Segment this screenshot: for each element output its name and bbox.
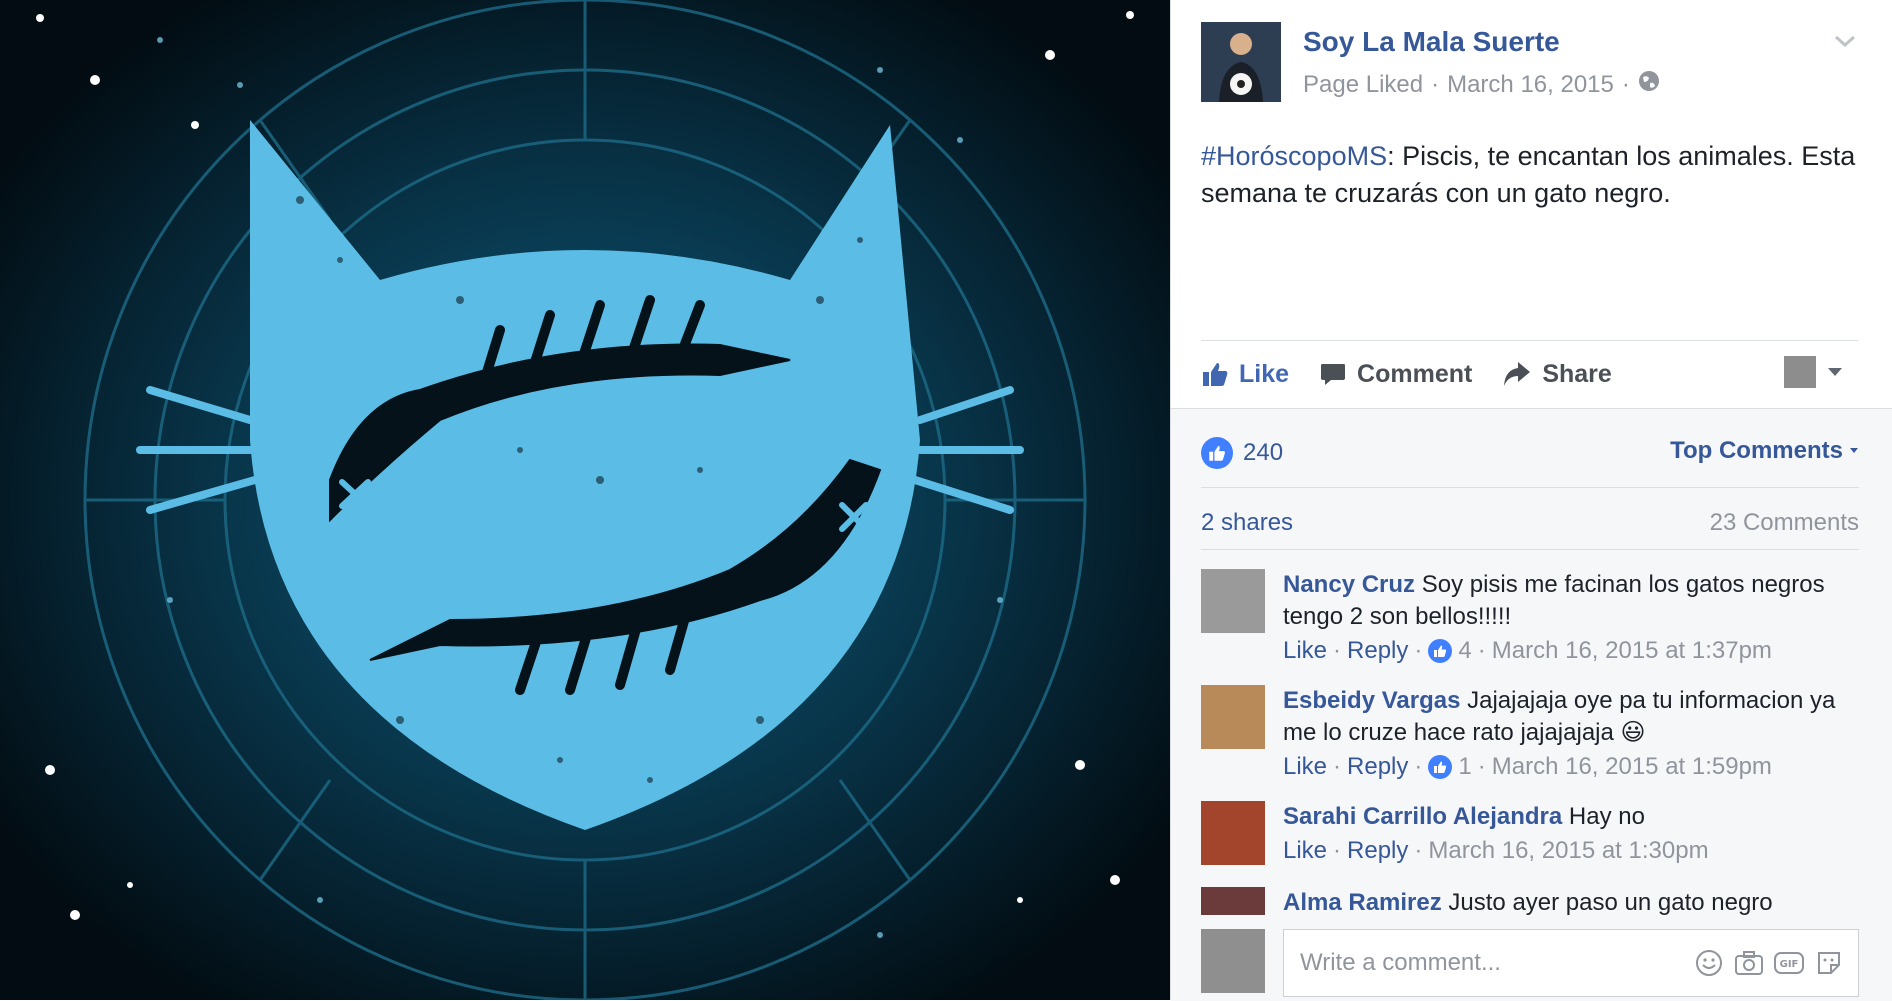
divider: [1201, 487, 1859, 488]
comment-timestamp[interactable]: March 16, 2015 at 1:59pm: [1492, 753, 1772, 781]
comment-text: Justo ayer paso un gato negro: [1448, 889, 1773, 915]
comment-item: Alma Ramirez Justo ayer paso un gato neg…: [1201, 887, 1859, 915]
meta-dot: ·: [1333, 837, 1342, 864]
meta-dot: ·: [1333, 637, 1342, 664]
reaction-summary[interactable]: 240: [1201, 437, 1283, 469]
comment-meta: Like · Reply · 4 · March 16, 2015 at 1:3…: [1283, 637, 1859, 665]
globe-icon[interactable]: [1638, 70, 1660, 99]
comment-input[interactable]: [1298, 948, 1684, 978]
post-photo[interactable]: [0, 0, 1170, 1000]
like-reaction-icon: [1201, 437, 1233, 469]
comment-timestamp[interactable]: March 16, 2015 at 1:37pm: [1492, 637, 1772, 665]
comment-item: Sarahi Carrillo Alejandra Hay no Like · …: [1201, 801, 1859, 865]
hashtag-link[interactable]: #HoróscopoMS: [1201, 141, 1387, 171]
emoji-icon[interactable]: [1694, 948, 1724, 978]
page-avatar-image: [1201, 22, 1281, 102]
caret-down-icon: [1850, 448, 1858, 453]
comment-meta: Like · Reply · March 16, 2015 at 1:30pm: [1283, 837, 1709, 865]
share-button[interactable]: Share: [1502, 359, 1612, 389]
sticker-icon[interactable]: [1814, 948, 1844, 978]
commenter-avatar[interactable]: [1201, 569, 1265, 633]
engagement-counts: 2 shares 23 Comments: [1201, 509, 1859, 537]
comment-meta: Like · Reply · 1 · March 16, 2015 at 1:5…: [1283, 753, 1859, 781]
gif-icon[interactable]: GIF: [1774, 948, 1804, 978]
page-liked-status[interactable]: Page Liked: [1303, 71, 1423, 99]
comment-body: Nancy Cruz Soy pisis me facinan los gato…: [1283, 569, 1859, 633]
comment-item: Nancy Cruz Soy pisis me facinan los gato…: [1201, 569, 1859, 665]
comment-icon: [1321, 364, 1346, 385]
divider: [1201, 340, 1858, 341]
comment-body: Alma Ramirez Justo ayer paso un gato neg…: [1283, 887, 1773, 915]
meta-separator: ·: [1431, 70, 1440, 98]
divider: [1201, 549, 1859, 550]
post-action-bar: Like Comment Share: [1201, 352, 1612, 396]
thumbs-up-icon: [1203, 363, 1228, 386]
comment-author-link[interactable]: Sarahi Carrillo Alejandra: [1283, 803, 1562, 830]
meta-dot: ·: [1414, 837, 1423, 864]
meta-dot: ·: [1414, 637, 1423, 664]
comment-author-link[interactable]: Nancy Cruz: [1283, 571, 1415, 598]
meta-dot: ·: [1333, 753, 1342, 780]
comment-body: Esbeidy Vargas Jajajajaja oye pa tu info…: [1283, 685, 1859, 749]
comment-like-link[interactable]: Like: [1283, 637, 1327, 665]
commenter-avatar[interactable]: [1201, 801, 1265, 865]
comment-text: Hay no: [1568, 803, 1645, 830]
meta-dot: ·: [1414, 753, 1423, 780]
comment-sort-dropdown[interactable]: Top Comments: [1670, 437, 1859, 465]
like-button[interactable]: Like: [1201, 360, 1289, 389]
page-name-link[interactable]: Soy La Mala Suerte: [1303, 26, 1560, 58]
like-count: 240: [1243, 439, 1284, 466]
commenter-avatar[interactable]: [1201, 887, 1265, 915]
camera-icon[interactable]: [1734, 948, 1764, 978]
comment-author-link[interactable]: Esbeidy Vargas: [1283, 687, 1460, 714]
comment-input-box[interactable]: GIF: [1283, 929, 1859, 997]
comments-count[interactable]: 23 Comments: [1710, 509, 1859, 537]
page-avatar[interactable]: [1201, 22, 1281, 102]
comments-area: 240 Top Comments 2 shares 23 Comments Na…: [1171, 408, 1892, 1001]
post-side-panel: Soy La Mala Suerte Page Liked · March 16…: [1170, 0, 1892, 1001]
post-timestamp[interactable]: March 16, 2015: [1447, 71, 1614, 99]
share-label: Share: [1542, 359, 1612, 388]
like-reaction-icon: [1428, 639, 1453, 663]
shares-count-link[interactable]: 2 shares: [1201, 509, 1293, 537]
meta-dot: ·: [1477, 753, 1486, 780]
caret-down-icon: [1828, 368, 1842, 376]
comment-like-count[interactable]: 1: [1458, 753, 1471, 781]
sort-label: Top Comments: [1670, 437, 1843, 464]
viewer-avatar: [1784, 356, 1816, 388]
comment-button[interactable]: Comment: [1319, 360, 1472, 389]
share-arrow-icon: [1504, 362, 1531, 386]
comment-composer: GIF: [1201, 929, 1859, 997]
commenter-avatar[interactable]: [1201, 685, 1265, 749]
comment-label: Comment: [1357, 359, 1473, 388]
comment-like-link[interactable]: Like: [1283, 753, 1327, 781]
meta-separator-2: ·: [1621, 70, 1630, 98]
meta-dot: ·: [1477, 637, 1486, 664]
svg-text:GIF: GIF: [1780, 959, 1799, 970]
black-cat-illustration: [0, 0, 1170, 1000]
post-meta: Page Liked · March 16, 2015 ·: [1303, 70, 1660, 99]
like-label: Like: [1239, 359, 1290, 388]
comment-reply-link[interactable]: Reply: [1347, 637, 1408, 665]
comment-author-link[interactable]: Alma Ramirez: [1283, 889, 1442, 915]
comment-like-count[interactable]: 4: [1458, 637, 1471, 665]
comment-reply-link[interactable]: Reply: [1347, 837, 1408, 865]
comment-like-link[interactable]: Like: [1283, 837, 1327, 865]
post-options-chevron-icon[interactable]: [1832, 30, 1858, 52]
viewer-avatar: [1201, 929, 1265, 993]
like-reaction-icon: [1428, 755, 1453, 779]
post-text: #HoróscopoMS: Piscis, te encantan los an…: [1201, 138, 1861, 212]
comment-item: Esbeidy Vargas Jajajajaja oye pa tu info…: [1201, 685, 1859, 781]
comment-body: Sarahi Carrillo Alejandra Hay no: [1283, 801, 1709, 833]
comment-timestamp[interactable]: March 16, 2015 at 1:30pm: [1428, 837, 1708, 865]
act-as-switcher[interactable]: [1784, 356, 1844, 388]
comment-reply-link[interactable]: Reply: [1347, 753, 1408, 781]
